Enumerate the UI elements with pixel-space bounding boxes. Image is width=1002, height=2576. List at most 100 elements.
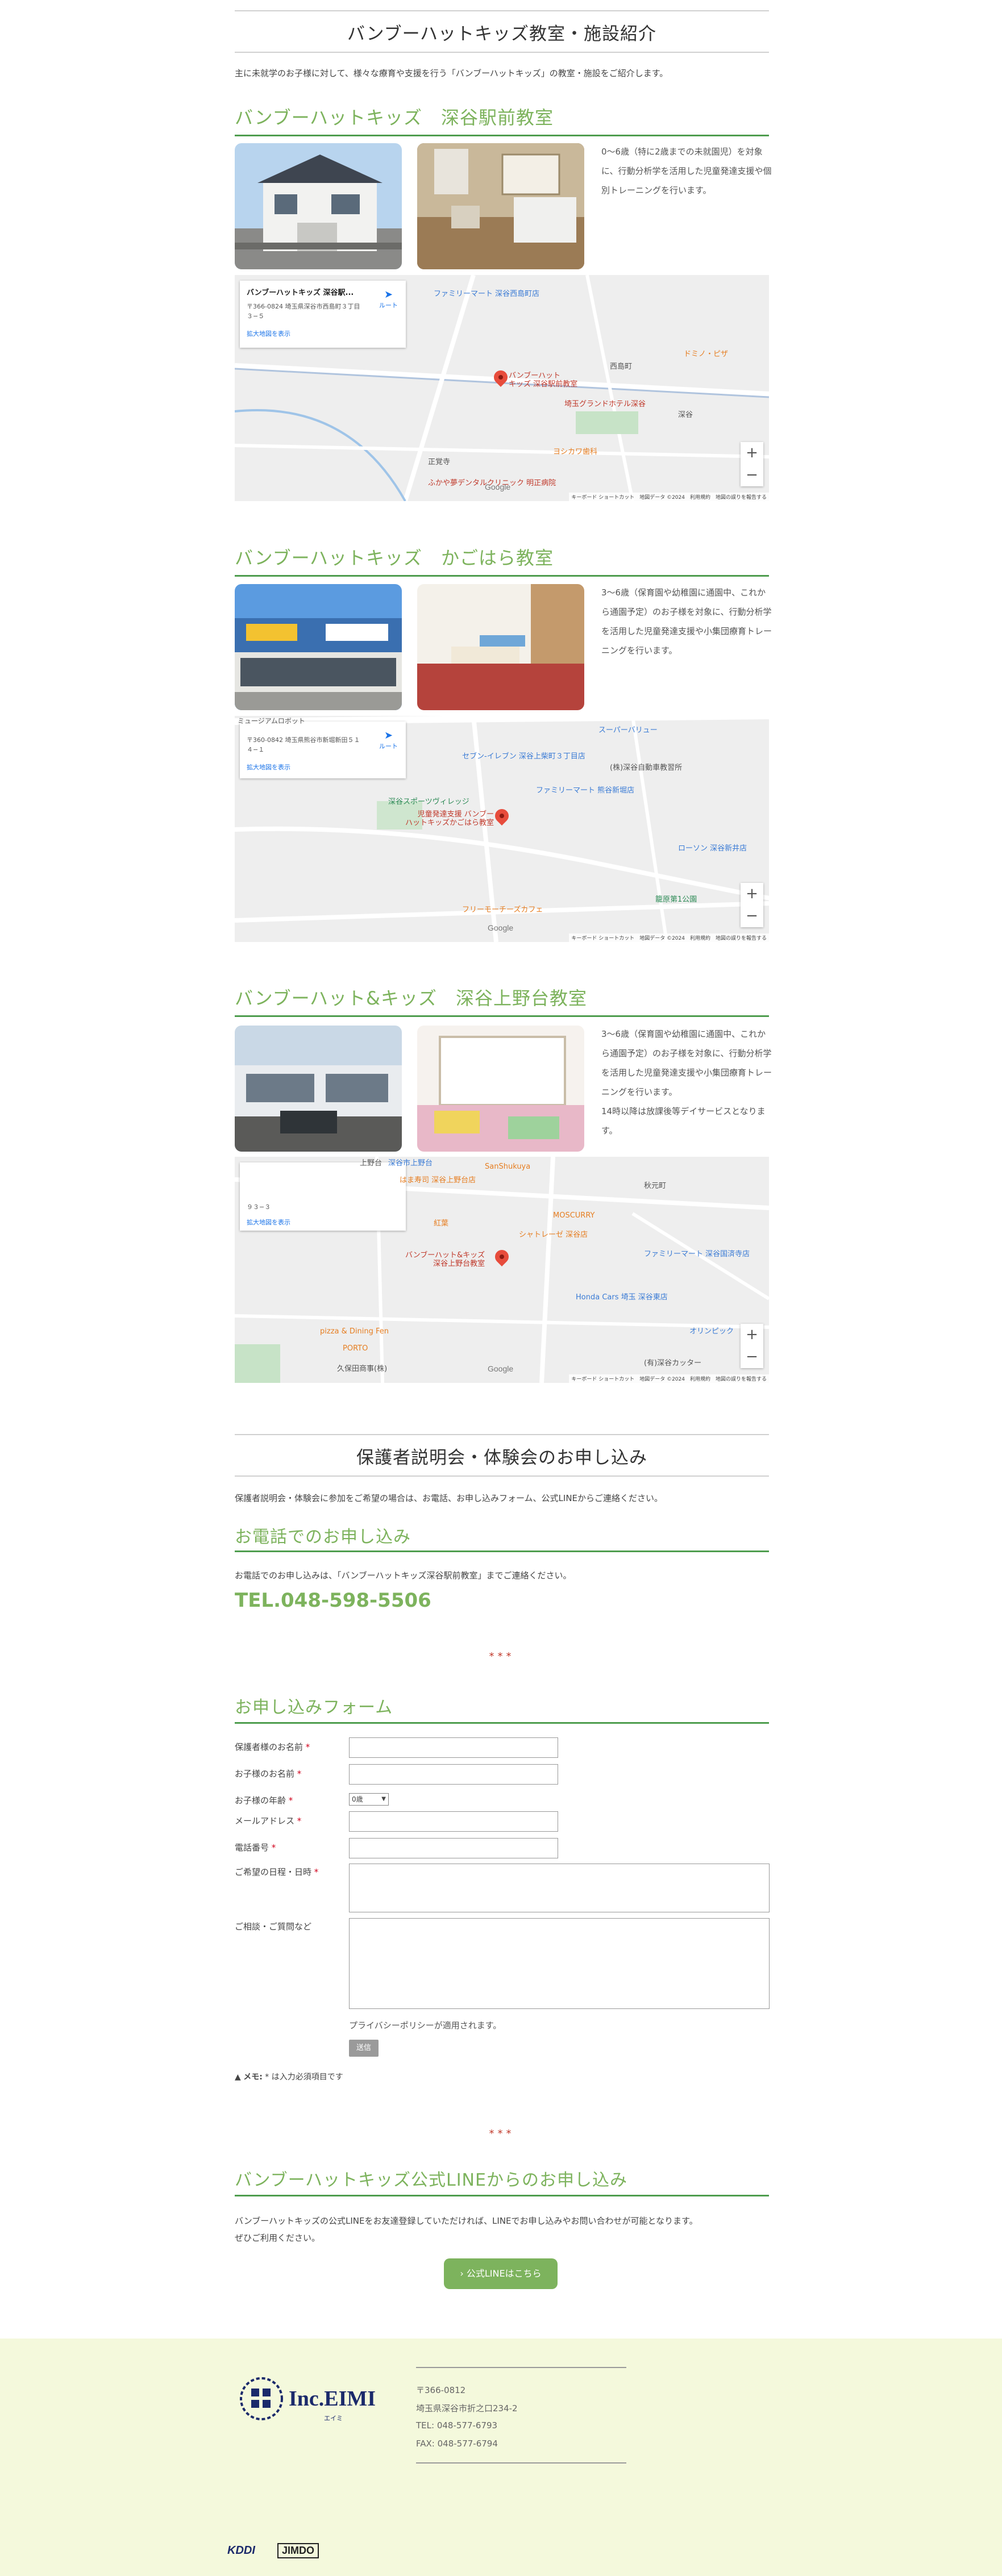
map-route-label: ルート bbox=[379, 302, 398, 309]
phone-title: お電話でのお申し込み bbox=[235, 1527, 411, 1547]
footer-zip: 〒366-0812 bbox=[416, 2385, 466, 2395]
date-textarea[interactable] bbox=[349, 1864, 770, 1912]
separator: *** bbox=[489, 1650, 515, 1662]
map-route-link[interactable]: ➤ ルート bbox=[379, 289, 398, 310]
map-label-sports: 深谷スポーツヴィレッジ bbox=[388, 798, 469, 806]
map-label-museum: ミュージアムロボット bbox=[238, 717, 305, 725]
phone-note: お電話でのお申し込みは、「バンブーハットキッズ深谷駅前教室」までご連絡ください。 bbox=[235, 1570, 572, 1581]
heading-underline bbox=[235, 135, 769, 136]
heading-underline bbox=[235, 1722, 769, 1724]
parent-name-input[interactable] bbox=[349, 1737, 558, 1758]
map-label-uenodai: 上野台 bbox=[360, 1159, 382, 1168]
kddi-badge[interactable]: KDDI bbox=[227, 2544, 255, 2557]
line-title: バンブーハットキッズ公式LINEからのお申し込み bbox=[235, 2170, 627, 2190]
required-mark: * bbox=[297, 1816, 302, 1826]
map-zoom-controls[interactable]: + − bbox=[741, 1324, 763, 1368]
line-text-1: バンブーハットキッズの公式LINEをお友達登録していただければ、LINEでお申し… bbox=[235, 2216, 698, 2226]
map-route-link[interactable]: ➤ ルート bbox=[379, 730, 398, 751]
zoom-in-icon[interactable]: + bbox=[741, 442, 763, 464]
map-zoom-controls[interactable]: + − bbox=[741, 883, 763, 927]
map-zoom-controls[interactable]: + − bbox=[741, 442, 763, 486]
map-label-honda: Honda Cars 埼玉 深谷東店 bbox=[576, 1293, 668, 1302]
label-text: メールアドレス bbox=[235, 1816, 295, 1826]
footer-tel[interactable]: TEL: 048-577-6793 bbox=[416, 2420, 497, 2431]
classroom-3-photo-building bbox=[235, 1026, 402, 1152]
zoom-in-icon[interactable]: + bbox=[741, 883, 763, 905]
map-label-dental: ヨシカワ歯科 bbox=[553, 448, 598, 456]
map-info-card: バンブーハットキッズ 深谷駅... 〒366-0824 埼玉県深谷市西島町３丁目… bbox=[240, 281, 406, 348]
heading-underline bbox=[235, 575, 769, 577]
zoom-out-icon[interactable]: − bbox=[741, 905, 763, 927]
classroom-1-map[interactable]: バンブーハットキッズ 深谷駅... 〒366-0824 埼玉県深谷市西島町３丁目… bbox=[235, 275, 769, 501]
directions-icon: ➤ bbox=[384, 289, 393, 301]
child-age-label: お子様の年齢 * bbox=[235, 1794, 293, 1806]
footer-address: 埼玉県深谷市折之口234-2 bbox=[416, 2403, 518, 2414]
form-memo: ▲ メモ: * は入力必須項目です bbox=[235, 2071, 343, 2082]
map-label-porto: PORTO bbox=[343, 1344, 368, 1353]
warning-icon: ▲ bbox=[235, 2073, 241, 2082]
required-mark: * bbox=[288, 1795, 293, 1806]
map-label-temple: 正覚寺 bbox=[428, 458, 451, 466]
map-label-nishijima: 西島町 bbox=[610, 362, 633, 371]
memo-text: * は入力必須項目です bbox=[265, 2073, 343, 2082]
logo-subtext: エイミ bbox=[324, 2415, 343, 2422]
logo-mark-icon bbox=[240, 2377, 283, 2420]
zoom-out-icon[interactable]: − bbox=[741, 464, 763, 486]
child-age-select[interactable]: 0歳 ▼ bbox=[349, 1793, 389, 1806]
date-label: ご希望の日程・日時 * bbox=[235, 1866, 318, 1878]
classroom-1-heading: バンブーハットキッズ 深谷駅前教室 bbox=[235, 102, 769, 136]
email-input[interactable] bbox=[349, 1811, 558, 1832]
classroom-2-map[interactable]: 〒360-0842 埼玉県熊谷市新堀新田５１４−１ 拡大地図を表示 ➤ ルート ミ… bbox=[235, 716, 769, 942]
phone-heading: お電話でのお申し込み bbox=[235, 1522, 769, 1552]
classroom-3-map[interactable]: ９３−３ 拡大地図を表示 上野台 深谷市上野台 はま寿司 深谷上野台店 SanS… bbox=[235, 1157, 769, 1383]
title-rule bbox=[235, 1475, 769, 1477]
child-name-input[interactable] bbox=[349, 1764, 558, 1785]
classroom-1-photo-building bbox=[235, 143, 402, 269]
map-label-cutter: (有)深谷カッター bbox=[644, 1359, 702, 1368]
map-label-fukaya: 深谷 bbox=[678, 411, 693, 419]
map-label-cafe: フリーモーチーズカフェ bbox=[462, 906, 543, 914]
chevron-down-icon: ▼ bbox=[381, 1796, 386, 1802]
footer-fax: FAX: 048-577-6794 bbox=[416, 2439, 498, 2449]
map-label-hamazushi: はま寿司 深谷上野台店 bbox=[400, 1176, 476, 1185]
required-mark: * bbox=[271, 1843, 276, 1853]
phone-input[interactable] bbox=[349, 1838, 558, 1858]
submit-button[interactable]: 送信 bbox=[349, 2040, 379, 2057]
top-rule bbox=[235, 1434, 769, 1435]
company-logo[interactable]: Inc.EIMI エイミ bbox=[239, 2376, 386, 2427]
page-header: バンブーハットキッズ教室・施設紹介 bbox=[235, 10, 769, 53]
jimdo-badge[interactable]: JIMDO bbox=[277, 2543, 319, 2558]
classroom-2-photo-room bbox=[417, 584, 584, 710]
email-label: メールアドレス * bbox=[235, 1815, 301, 1827]
privacy-note[interactable]: プライバシーポリシーが適用されます。 bbox=[349, 2019, 501, 2031]
line-official-button[interactable]: › 公式LINEはこちら bbox=[444, 2258, 558, 2289]
map-label-sanshukuya: SanShukuya bbox=[485, 1162, 531, 1171]
map-enlarge-link[interactable]: 拡大地図を表示 bbox=[247, 762, 399, 772]
map-enlarge-link[interactable]: 拡大地図を表示 bbox=[247, 329, 399, 338]
map-footer: キーボード ショートカット 地図データ ©2024 利用規約 地図の誤りを報告す… bbox=[569, 933, 769, 942]
zoom-in-icon[interactable]: + bbox=[741, 1324, 763, 1346]
google-logo: Google bbox=[488, 923, 514, 932]
map-label-familymart: ファミリーマート 深谷国済寺店 bbox=[644, 1250, 750, 1258]
map-label-pizza: ドミノ・ピザ bbox=[684, 350, 729, 359]
map-enlarge-link[interactable]: 拡大地図を表示 bbox=[247, 1218, 399, 1227]
page-lead: 主に未就学のお子様に対して、様々な療育や支援を行う「バンブーハットキッズ」の教室… bbox=[235, 68, 668, 78]
title-rule bbox=[235, 52, 769, 53]
map-label-seven: セブン-イレブン 深谷上柴町３丁目店 bbox=[462, 752, 585, 761]
map-label-chateraise: シャトレーゼ 深谷店 bbox=[519, 1231, 588, 1239]
map-footer: キーボード ショートカット 地図データ ©2024 利用規約 地図の誤りを報告す… bbox=[569, 493, 769, 501]
map-label-momiji: 紅葉 bbox=[434, 1219, 449, 1228]
site-footer: Inc.EIMI エイミ 〒366-0812 埼玉県深谷市折之口234-2 TE… bbox=[0, 2339, 1002, 2576]
classroom-1-title: バンブーハットキッズ 深谷駅前教室 bbox=[235, 107, 554, 128]
phone-number[interactable]: TEL.048-598-5506 bbox=[235, 1589, 769, 1612]
map-place-address: 〒366-0824 埼玉県深谷市西島町３丁目３−５ bbox=[247, 303, 360, 320]
map-label-fukaya-uenodai: 深谷市上野台 bbox=[388, 1159, 433, 1168]
google-logo: Google bbox=[485, 482, 511, 491]
label-text: ご相談・ご質問など bbox=[235, 1921, 312, 1932]
zoom-out-icon[interactable]: − bbox=[741, 1346, 763, 1368]
map-label-lawson: ローソン 深谷新井店 bbox=[678, 844, 747, 853]
map-label-hotel: 埼玉グランドホテル深谷 bbox=[564, 400, 646, 409]
heading-underline bbox=[235, 1550, 769, 1552]
heading-underline bbox=[235, 1015, 769, 1017]
question-textarea[interactable] bbox=[349, 1918, 770, 2009]
